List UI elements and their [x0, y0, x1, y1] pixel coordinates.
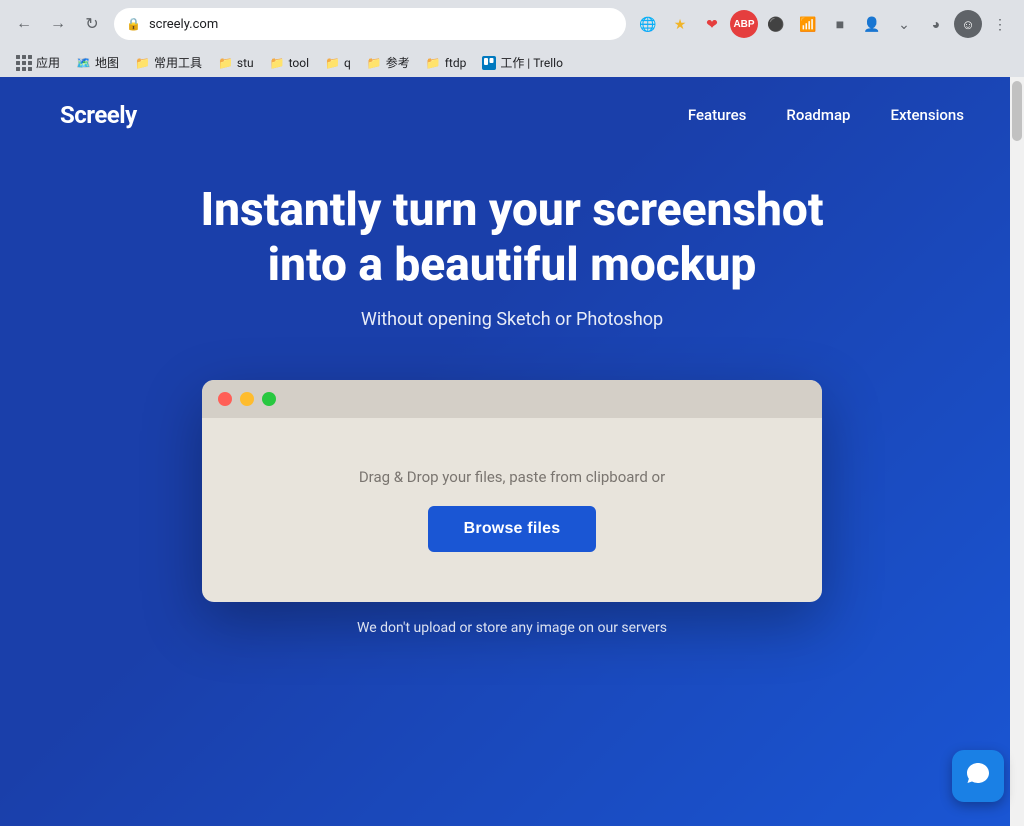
forward-button[interactable]: →: [44, 10, 72, 38]
nav-link-extensions[interactable]: Extensions: [890, 106, 964, 124]
bookmark-trello-label: 工作 | Trello: [500, 54, 563, 71]
bookmark-ftdp-label: ftdp: [445, 56, 467, 70]
trello-icon: [482, 56, 496, 70]
folder-icon-5: 📁: [367, 56, 382, 70]
site-nav: Screely Features Roadmap Extensions: [0, 77, 1024, 153]
bookmark-stu[interactable]: 📁 stu: [212, 54, 260, 72]
adblock-icon[interactable]: ABP: [730, 10, 758, 38]
bookmark-tools-label: 常用工具: [154, 54, 202, 71]
drag-drop-text: Drag & Drop your files, paste from clipb…: [359, 468, 665, 486]
chat-button[interactable]: [952, 750, 1004, 802]
bookmark-trello[interactable]: 工作 | Trello: [476, 52, 569, 73]
scrollbar-thumb[interactable]: [1012, 81, 1022, 141]
apps-grid-icon: [16, 55, 32, 71]
hero-title: Instantly turn your screenshot into a be…: [162, 183, 862, 293]
toolbar-icons: 🌐 ★ ❤ ABP ⚫ 📶 ■ 👤 ⌄ ◕ ☺ ⋮: [634, 10, 1014, 38]
bookmark-maps-label: 地图: [95, 54, 119, 71]
browser-chrome: ← → ↻ 🔒 screely.com 🌐 ★ ❤ ABP ⚫ 📶 ■ 👤 ⌄ …: [0, 0, 1024, 77]
nav-link-roadmap[interactable]: Roadmap: [786, 106, 850, 124]
refresh-button[interactable]: ↻: [78, 10, 106, 38]
bookmark-apps-label: 应用: [36, 54, 60, 71]
bookmark-q[interactable]: 📁 q: [319, 54, 357, 72]
hero-section: Instantly turn your screenshot into a be…: [0, 153, 1024, 350]
nav-link-features[interactable]: Features: [688, 106, 746, 124]
upload-area[interactable]: Drag & Drop your files, paste from clipb…: [202, 418, 822, 602]
folder-icon-6: 📁: [426, 56, 441, 70]
wifi-icon[interactable]: 📶: [794, 10, 822, 38]
ext-icon-2[interactable]: ■: [826, 10, 854, 38]
traffic-light-green: [262, 392, 276, 406]
ext-icon-1[interactable]: ⚫: [762, 10, 790, 38]
ext-icon-3[interactable]: 👤: [858, 10, 886, 38]
bookmark-stu-label: stu: [237, 56, 254, 70]
menu-icon[interactable]: ⋮: [986, 10, 1014, 38]
ext-icon-4[interactable]: ⌄: [890, 10, 918, 38]
folder-icon-2: 📁: [218, 56, 233, 70]
heart-icon[interactable]: ❤: [698, 10, 726, 38]
bookmark-ftdp[interactable]: 📁 ftdp: [420, 54, 473, 72]
lock-icon: 🔒: [126, 17, 141, 31]
bookmark-q-label: q: [344, 56, 351, 70]
translate-icon[interactable]: 🌐: [634, 10, 662, 38]
bookmark-tools[interactable]: 📁 常用工具: [129, 52, 208, 73]
upload-card-wrapper: Drag & Drop your files, paste from clipb…: [0, 350, 1024, 602]
bookmarks-bar: 应用 🗺️ 地图 📁 常用工具 📁 stu 📁 tool 📁 q 📁 参考 📁: [0, 48, 1024, 77]
footer-note: We don't upload or store any image on ou…: [0, 602, 1024, 636]
traffic-light-red: [218, 392, 232, 406]
bookmark-tool[interactable]: 📁 tool: [264, 54, 315, 72]
traffic-light-yellow: [240, 392, 254, 406]
bookmark-maps[interactable]: 🗺️ 地图: [70, 52, 125, 73]
browse-files-button[interactable]: Browse files: [428, 506, 597, 552]
bookmark-star-icon[interactable]: ★: [666, 10, 694, 38]
folder-icon-4: 📁: [325, 56, 340, 70]
bookmark-tool-label: tool: [289, 56, 309, 70]
folder-icon-1: 📁: [135, 56, 150, 70]
hero-subtitle: Without opening Sketch or Photoshop: [20, 309, 1004, 330]
bookmark-ref[interactable]: 📁 参考: [361, 52, 416, 73]
maps-icon: 🗺️: [76, 56, 91, 70]
address-bar[interactable]: 🔒 screely.com: [114, 8, 626, 40]
folder-icon-3: 📁: [270, 56, 285, 70]
scrollbar-area[interactable]: [1010, 77, 1024, 826]
site-logo[interactable]: Screely: [60, 101, 137, 129]
website-content: Screely Features Roadmap Extensions Inst…: [0, 77, 1024, 826]
upload-card: Drag & Drop your files, paste from clipb…: [202, 380, 822, 602]
card-titlebar: [202, 380, 822, 418]
nav-buttons: ← → ↻: [10, 10, 106, 38]
bookmark-ref-label: 参考: [386, 54, 410, 71]
avatar-icon[interactable]: ☺: [954, 10, 982, 38]
bookmark-apps[interactable]: 应用: [10, 52, 66, 73]
ext-icon-5[interactable]: ◕: [922, 10, 950, 38]
browser-toolbar: ← → ↻ 🔒 screely.com 🌐 ★ ❤ ABP ⚫ 📶 ■ 👤 ⌄ …: [0, 0, 1024, 48]
back-button[interactable]: ←: [10, 10, 38, 38]
url-text: screely.com: [149, 17, 614, 32]
nav-links: Features Roadmap Extensions: [688, 106, 964, 124]
chat-bubble-icon: [965, 761, 991, 791]
